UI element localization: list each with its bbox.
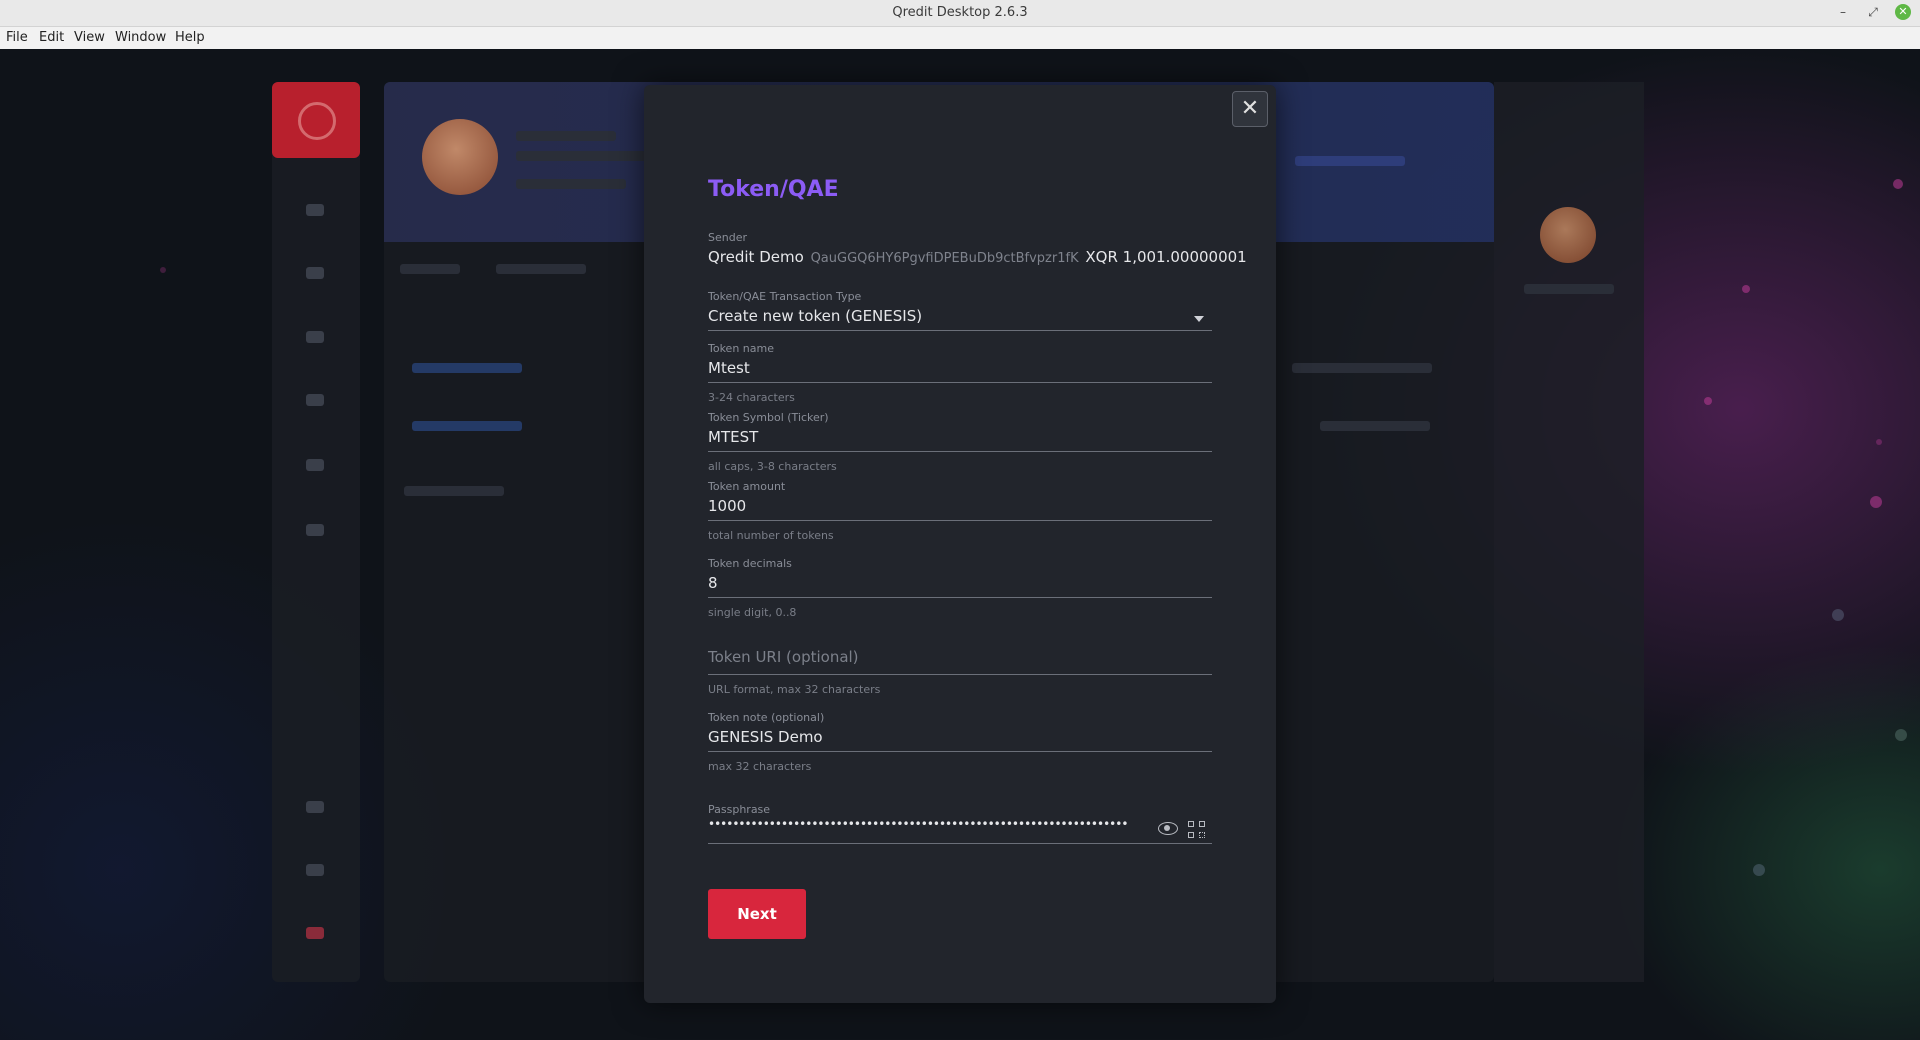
passphrase-underline bbox=[708, 843, 1212, 844]
window-title: Qredit Desktop 2.6.3 bbox=[892, 5, 1028, 20]
menu-help[interactable]: Help bbox=[175, 30, 205, 45]
token-note-input[interactable]: GENESIS Demo bbox=[708, 728, 823, 746]
token-name-hint: 3-24 characters bbox=[708, 391, 795, 404]
menu-view[interactable]: View bbox=[74, 30, 105, 45]
sender-address: QauGGQ6HY6PgvfiDPEBuDb9ctBfvpzr1fK bbox=[810, 251, 1079, 266]
token-uri-input[interactable]: Token URI (optional) bbox=[708, 648, 859, 666]
token-name-label: Token name bbox=[708, 342, 774, 355]
token-amount-input[interactable]: 1000 bbox=[708, 497, 746, 515]
modal-title: Token/QAE bbox=[708, 177, 839, 202]
token-amount-label: Token amount bbox=[708, 480, 786, 493]
menu-bar: File Edit View Window Help bbox=[0, 27, 1920, 50]
token-decimals-underline bbox=[708, 597, 1212, 598]
token-symbol-underline bbox=[708, 451, 1212, 452]
minimize-icon[interactable]: – bbox=[1834, 3, 1852, 21]
token-note-label: Token note (optional) bbox=[708, 711, 825, 724]
token-amount-hint: total number of tokens bbox=[708, 529, 834, 542]
menu-window[interactable]: Window bbox=[115, 30, 166, 45]
token-note-underline bbox=[708, 751, 1212, 752]
tx-type-select[interactable]: Create new token (GENESIS) bbox=[708, 307, 922, 325]
maximize-icon[interactable]: ⤢ bbox=[1864, 3, 1882, 21]
token-amount-underline bbox=[708, 520, 1212, 521]
passphrase-input[interactable]: ••••••••••••••••••••••••••••••••••••••••… bbox=[708, 817, 1128, 831]
token-qae-modal: ✕ Token/QAE Sender Qredit Demo QauGGQ6HY… bbox=[644, 85, 1276, 1003]
chevron-down-icon[interactable] bbox=[1194, 316, 1204, 322]
token-decimals-hint: single digit, 0..8 bbox=[708, 606, 797, 619]
window-close-icon[interactable]: ✕ bbox=[1895, 4, 1911, 20]
token-decimals-input[interactable]: 8 bbox=[708, 574, 718, 592]
token-name-input[interactable]: Mtest bbox=[708, 359, 750, 377]
token-uri-underline bbox=[708, 674, 1212, 675]
token-decimals-label: Token decimals bbox=[708, 557, 792, 570]
sender-name: Qredit Demo bbox=[708, 248, 804, 266]
menu-edit[interactable]: Edit bbox=[39, 30, 64, 45]
token-symbol-hint: all caps, 3-8 characters bbox=[708, 460, 837, 473]
eye-icon[interactable] bbox=[1158, 822, 1178, 835]
sender-select[interactable]: Qredit Demo QauGGQ6HY6PgvfiDPEBuDb9ctBfv… bbox=[708, 248, 1247, 266]
window-titlebar: Qredit Desktop 2.6.3 – ⤢ ✕ bbox=[0, 0, 1920, 27]
token-uri-hint: URL format, max 32 characters bbox=[708, 683, 881, 696]
passphrase-label: Passphrase bbox=[708, 803, 771, 816]
menu-file[interactable]: File bbox=[6, 30, 28, 45]
token-note-hint: max 32 characters bbox=[708, 760, 812, 773]
token-name-underline bbox=[708, 382, 1212, 383]
tx-type-underline bbox=[708, 330, 1212, 331]
sender-balance: XQR 1,001.00000001 bbox=[1085, 248, 1247, 266]
token-symbol-input[interactable]: MTEST bbox=[708, 428, 758, 446]
qr-code-icon[interactable] bbox=[1188, 821, 1206, 839]
close-icon[interactable]: ✕ bbox=[1232, 91, 1268, 127]
token-symbol-label: Token Symbol (Ticker) bbox=[708, 411, 829, 424]
sender-label: Sender bbox=[708, 231, 747, 244]
next-button[interactable]: Next bbox=[708, 889, 806, 939]
tx-type-label: Token/QAE Transaction Type bbox=[708, 290, 862, 303]
